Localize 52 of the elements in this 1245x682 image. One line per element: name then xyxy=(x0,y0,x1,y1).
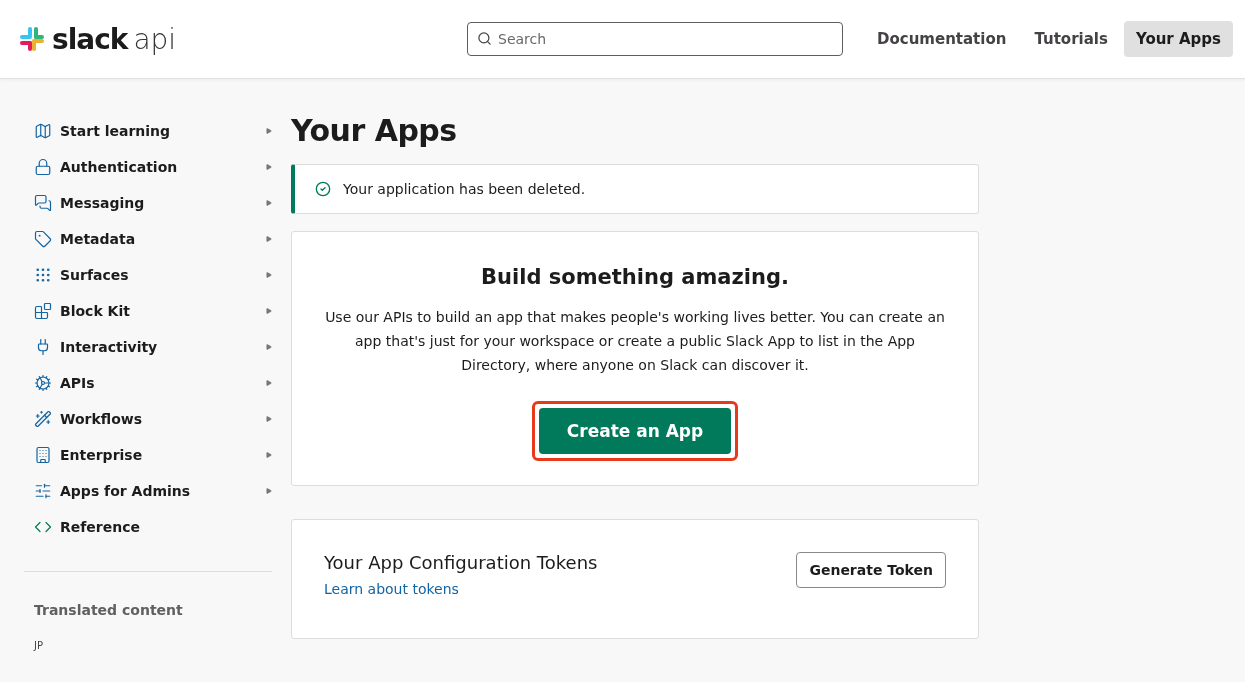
dot-grid-icon xyxy=(34,266,52,284)
sidebar-item[interactable]: APIs xyxy=(24,365,272,401)
logo-wordmark[interactable]: slack xyxy=(52,22,128,56)
sidebar-item[interactable]: Enterprise xyxy=(24,437,272,473)
sidebar-label: Workflows xyxy=(60,411,144,427)
sidebar-label: Messaging xyxy=(60,195,146,211)
sidebar-item[interactable]: Authentication xyxy=(24,149,272,185)
nav-link[interactable]: Tutorials xyxy=(1022,21,1120,57)
search-field[interactable]: Search xyxy=(467,22,843,56)
sidebar-item[interactable]: Block Kit xyxy=(24,293,272,329)
create-app-button[interactable]: Create an App xyxy=(538,408,732,454)
sidebar-label: Reference xyxy=(60,519,142,535)
sidebar-label: Apps for Admins xyxy=(60,483,192,499)
sidebar-label: Block Kit xyxy=(60,303,131,319)
sidebar-label: Interactivity xyxy=(60,339,159,355)
logo-icon xyxy=(18,25,46,53)
language-link[interactable]: JP xyxy=(34,640,43,651)
generate-token-button[interactable]: Generate Token xyxy=(796,552,946,588)
sidebar-item[interactable]: Interactivity xyxy=(24,329,272,365)
magic-wand-icon xyxy=(34,410,52,428)
sidebar-item[interactable]: Workflows xyxy=(24,401,272,437)
sidebar-item[interactable]: Reference xyxy=(24,509,272,545)
chat-bubbles-icon xyxy=(34,194,52,212)
lock-icon xyxy=(34,158,52,176)
page-title: Your Apps xyxy=(291,113,458,148)
nav-link[interactable]: Documentation xyxy=(865,21,1019,57)
card-description: Use our APIs to build an app that makes people's working lives better. You can create an app that's just for your workspace or create a public Slack App to list in the App Directory, where anyone on Slack can discover it. xyxy=(324,308,946,375)
sidebar-label: APIs xyxy=(60,375,96,391)
sliders-icon xyxy=(34,482,52,500)
sidebar-label: Start learning xyxy=(60,123,172,139)
alert-text: Your application has been deleted. xyxy=(343,181,586,197)
section-heading: Translated content xyxy=(33,602,184,618)
blocks-icon xyxy=(34,302,52,320)
learn-link[interactable]: Learn about tokens xyxy=(324,581,459,597)
sidebar-label: Metadata xyxy=(60,231,137,247)
nav-link[interactable]: Your Apps xyxy=(1123,21,1233,57)
logo-suffix: api xyxy=(133,22,177,56)
sidebar-item[interactable]: Messaging xyxy=(24,185,272,221)
sidebar-item[interactable]: Metadata xyxy=(24,221,272,257)
sidebar-item[interactable]: Apps for Admins xyxy=(24,473,272,509)
tag-icon xyxy=(34,230,52,248)
search-icon xyxy=(477,31,492,46)
card-heading: Build something amazing. xyxy=(481,265,789,289)
building-icon xyxy=(34,446,52,464)
card-heading: Your App Configuration Tokens xyxy=(324,552,598,573)
sidebar-label: Authentication xyxy=(60,159,179,175)
sidebar-item[interactable]: Start learning xyxy=(24,113,272,149)
map-icon xyxy=(34,122,52,140)
sidebar-item[interactable]: Surfaces xyxy=(24,257,272,293)
sidebar-label: Enterprise xyxy=(60,447,144,463)
check-circle-icon xyxy=(315,181,331,197)
sidebar-label: Surfaces xyxy=(60,267,130,283)
